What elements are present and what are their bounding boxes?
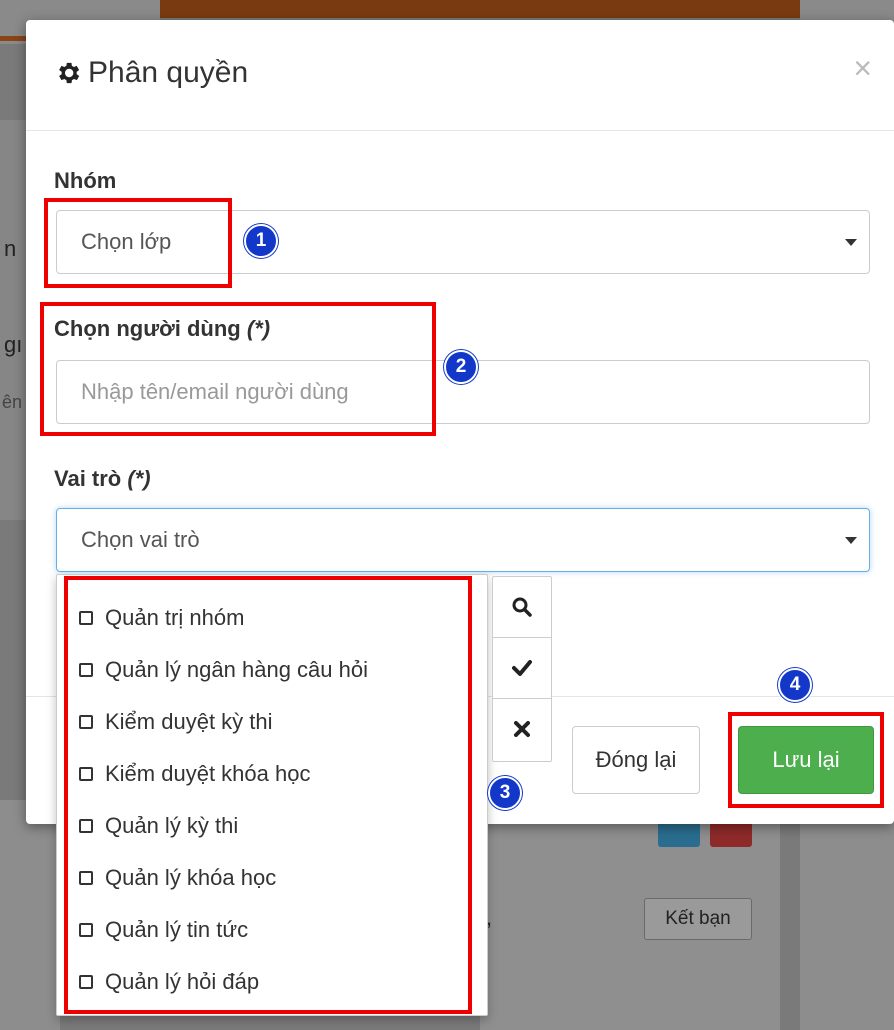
step-badge-2: 2	[444, 350, 478, 384]
role-select-value: Chọn vai trò	[81, 527, 200, 552]
search-icon	[512, 597, 532, 617]
background-user-card	[0, 800, 60, 1030]
modal-title: Phân quyền	[54, 56, 248, 90]
step-badge-3: 3	[488, 776, 522, 810]
clear-button[interactable]	[493, 699, 551, 759]
add-friend-button: Kết bạn	[644, 898, 752, 940]
select-all-button[interactable]	[493, 638, 551, 699]
close-button[interactable]: Đóng lại	[572, 726, 700, 794]
highlight-box-save	[728, 712, 884, 808]
required-mark: (*)	[127, 466, 151, 491]
close-icon[interactable]: ×	[853, 50, 872, 87]
group-label: Nhóm	[54, 168, 117, 193]
background-topbar	[160, 0, 800, 18]
highlight-box-user	[40, 302, 436, 436]
step-badge-4: 4	[778, 668, 812, 702]
background-left-panel	[0, 120, 26, 520]
role-select[interactable]: Chọn vai trò	[56, 508, 870, 572]
step-badge-1: 1	[244, 224, 278, 258]
check-icon	[512, 660, 532, 676]
background-text-fragment: ên	[2, 392, 23, 412]
search-button[interactable]	[493, 577, 551, 638]
role-label: Vai trò (*)	[54, 466, 151, 492]
times-icon	[514, 721, 530, 737]
chevron-down-icon	[845, 239, 857, 246]
highlight-box-group	[44, 198, 232, 288]
background-text-fragment: n	[4, 236, 17, 261]
gear-icon	[59, 62, 80, 84]
modal-title-text: Phân quyền	[88, 56, 249, 89]
highlight-box-roles	[64, 576, 472, 1014]
dropdown-tools	[492, 576, 552, 762]
background-text-fragment: gı	[4, 332, 23, 357]
role-label-text: Vai trò	[54, 466, 122, 491]
chevron-down-icon	[845, 537, 857, 544]
background-user-card	[800, 800, 894, 1030]
modal-header: Phân quyền ×	[26, 20, 894, 131]
